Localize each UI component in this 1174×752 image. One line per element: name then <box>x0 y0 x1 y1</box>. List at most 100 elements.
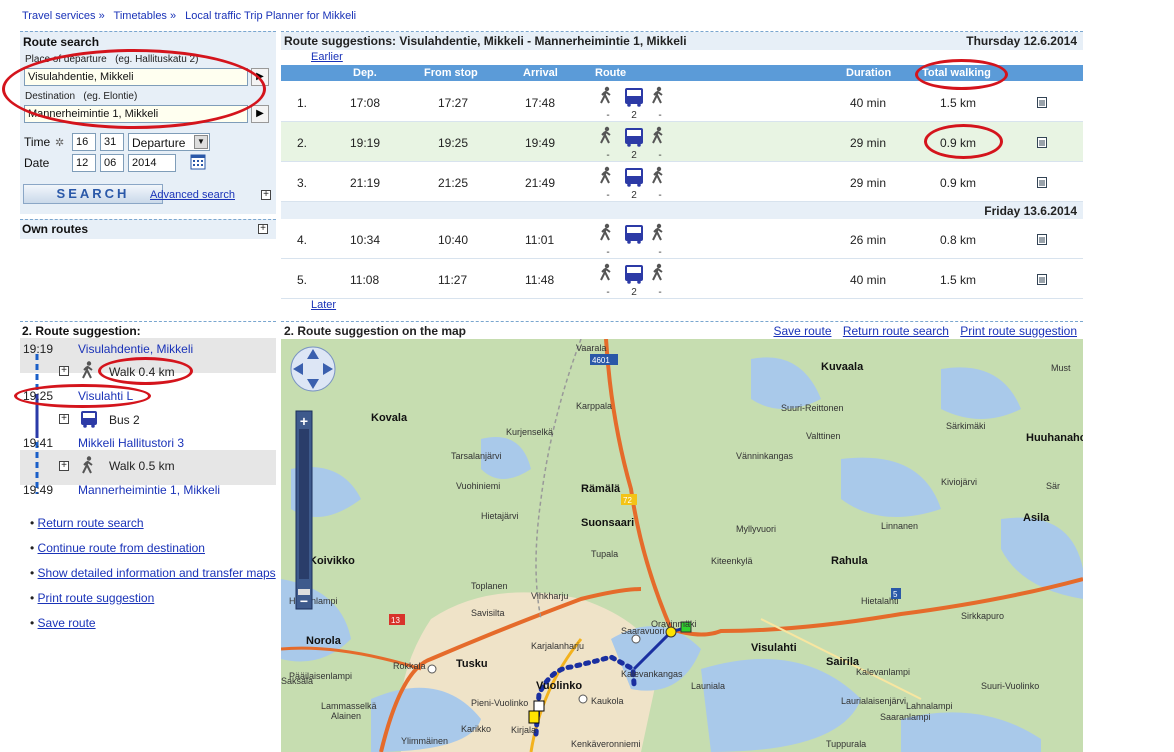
time-mode-value: Departure <box>132 136 186 150</box>
map-place-label: Kurjenselkä <box>506 427 553 437</box>
row-duration: 26 min <box>850 233 887 247</box>
destination-arrow-button[interactable]: ▶ <box>251 105 269 123</box>
year-input[interactable]: 2014 <box>128 154 176 172</box>
bus-line-number: 2 <box>631 190 637 200</box>
zoom-slider[interactable]: + − <box>295 410 313 610</box>
document-icon[interactable] <box>1037 177 1047 191</box>
bus-line-number: 2 <box>631 150 637 160</box>
leg-mode: Bus 2 <box>109 413 140 427</box>
leg-stop-link[interactable]: Visulahti L <box>78 389 133 403</box>
route-map[interactable]: Vaarala Kuvaala Must Kovala Karppala Suuri-Re… <box>281 339 1083 752</box>
save-route-link[interactable]: Save route <box>38 616 96 630</box>
svg-text:+: + <box>300 413 308 429</box>
route-line <box>35 354 39 494</box>
leg-time: 19:19 <box>23 342 54 356</box>
print-route-link[interactable]: Print route suggestion <box>960 324 1077 338</box>
later-link[interactable]: Later <box>311 299 336 311</box>
map-place-label: Karjalanharju <box>531 641 584 651</box>
bus-icon <box>625 265 643 284</box>
row-arrival: 11:48 <box>525 273 555 287</box>
walk-icon <box>652 223 663 241</box>
map-place-label: Kiteenkylä <box>711 556 753 566</box>
col-duration: Duration <box>846 67 892 79</box>
table-row[interactable]: 2. 19:19 19:25 19:49 - 2 - 29 min 0.9 km <box>281 122 1083 162</box>
breadcrumb-travel-services[interactable]: Travel services <box>22 10 96 22</box>
pan-control[interactable] <box>290 346 336 392</box>
bus-line-number: 2 <box>631 110 637 120</box>
bus-icon <box>625 88 643 107</box>
save-route-link[interactable]: Save route <box>773 324 831 338</box>
leg-stop-link[interactable]: Visulahdentie, Mikkeli <box>78 342 193 356</box>
document-icon[interactable] <box>1037 137 1047 151</box>
breadcrumb-trip-planner[interactable]: Local traffic Trip Planner for Mikkeli <box>185 10 356 22</box>
walk-dash: - <box>658 190 661 200</box>
map-place-label: Saksala <box>281 676 313 686</box>
map-place-label: Kaukola <box>591 696 624 706</box>
day-input[interactable]: 12 <box>72 154 96 172</box>
map-place-label: Visulahti <box>751 642 797 654</box>
leg-stop-link[interactable]: Mannerheimintie 1, Mikkeli <box>78 483 220 497</box>
time-mode-select[interactable]: Departure ▼ <box>128 133 210 151</box>
list-item: • Show detailed information and transfer… <box>30 566 276 580</box>
map-place-label: Tupala <box>591 549 618 559</box>
expand-icon[interactable]: + <box>59 366 69 376</box>
earlier-link[interactable]: Earlier <box>311 51 343 63</box>
expand-icon[interactable]: + <box>59 461 69 471</box>
print-route-link[interactable]: Print route suggestion <box>38 591 155 605</box>
table-row[interactable]: 5. 11:08 11:27 11:48 - 2 - 40 min 1.5 km <box>281 259 1083 299</box>
month-input[interactable]: 06 <box>100 154 124 172</box>
return-route-search-link[interactable]: Return route search <box>38 516 144 530</box>
continue-route-link[interactable]: Continue route from destination <box>38 541 205 555</box>
expand-icon[interactable]: + <box>258 224 268 234</box>
document-icon[interactable] <box>1037 234 1047 248</box>
map-place-label: Launiala <box>691 681 725 691</box>
route-search-panel: Route search Place of departure (eg. Hal… <box>20 31 276 214</box>
advanced-search-link[interactable]: Advanced search <box>150 189 235 201</box>
walk-icon <box>652 86 663 104</box>
search-button[interactable]: SEARCH <box>23 184 163 204</box>
table-row[interactable]: 3. 21:19 21:25 21:49 - 2 - 29 min 0.9 km <box>281 162 1083 202</box>
expand-icon[interactable]: + <box>261 190 271 200</box>
walk-dash: - <box>606 150 609 160</box>
map-place-label: Hietajärvi <box>481 511 519 521</box>
row-duration: 29 min <box>850 136 887 150</box>
map-place-label: Pieni-Vuolinko <box>471 698 528 708</box>
map-place-label: Tarsalanjärvi <box>451 451 502 461</box>
table-row[interactable]: 4. 10:34 10:40 11:01 -- 26 min 0.8 km <box>281 219 1083 259</box>
document-icon[interactable] <box>1037 97 1047 111</box>
destination-label: Destination (eg. Elontie) <box>25 91 138 102</box>
row-number: 3. <box>297 176 308 190</box>
departure-input[interactable]: Visulahdentie, Mikkeli <box>24 68 248 86</box>
document-icon[interactable] <box>1037 274 1047 288</box>
show-details-link[interactable]: Show detailed information and transfer m… <box>38 566 276 580</box>
map-place-label: Valttinen <box>806 431 840 441</box>
walk-dash: - <box>658 247 661 257</box>
map-place-label: Lahnalampi <box>906 701 953 711</box>
map-canvas[interactable]: Vaarala Kuvaala Must Kovala Karppala Suuri-Re… <box>281 339 1083 752</box>
return-route-search-link[interactable]: Return route search <box>843 324 949 338</box>
destination-input[interactable]: Mannerheimintie 1, Mikkeli <box>24 105 248 123</box>
map-place-label: Särkimäki <box>946 421 986 431</box>
route-icons: - 2 - <box>596 263 676 298</box>
departure-arrow-button[interactable]: ▶ <box>251 68 269 86</box>
calendar-icon[interactable] <box>190 154 206 170</box>
minute-input[interactable]: 31 <box>100 133 124 151</box>
leg-stop-link[interactable]: Mikkeli Hallitustori 3 <box>78 436 184 450</box>
row-number: 2. <box>297 136 308 150</box>
map-place-label: Toplanen <box>471 581 508 591</box>
row-dep: 17:08 <box>350 96 381 110</box>
map-place-label: Vuolinko <box>536 680 582 692</box>
expand-icon[interactable]: + <box>59 414 69 424</box>
walk-dash: - <box>606 110 609 120</box>
hour-input[interactable]: 16 <box>72 133 96 151</box>
clock-icon: ✲ <box>55 137 65 149</box>
map-place-label: Savisilta <box>471 608 505 618</box>
breadcrumb-timetables[interactable]: Timetables <box>114 10 167 22</box>
leg-time: 19:49 <box>23 483 54 497</box>
map-place-label: Sairila <box>826 656 860 668</box>
map-place-label: Kuvaala <box>821 361 864 373</box>
row-arrival: 21:49 <box>525 176 556 190</box>
route-suggestions-table: Route suggestions: Visulahdentie, Mikkel… <box>281 31 1083 313</box>
list-item: • Print route suggestion <box>30 591 155 605</box>
table-row[interactable]: 1. 17:08 17:27 17:48 - 2 - 40 min 1.5 km <box>281 82 1083 122</box>
